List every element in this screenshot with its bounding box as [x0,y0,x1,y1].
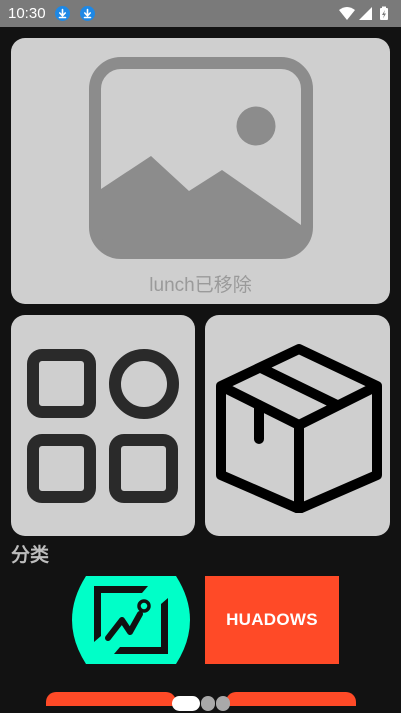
download-icon-2 [80,6,95,21]
hero-label: lunch已移除 [149,275,252,296]
gallery-app-icon [72,576,190,664]
huadows-app[interactable]: HUADOWS [205,576,339,664]
hero-card[interactable]: lunch已移除 [11,38,390,304]
gallery-app[interactable] [72,576,190,664]
categories-tile[interactable] [11,315,195,536]
status-indicators [339,6,391,21]
huadows-app-label: HUADOWS [226,610,318,629]
image-placeholder-icon [89,57,313,259]
signal-icon [359,7,372,20]
carousel-item-peek-left[interactable] [46,692,176,706]
categories-grid-icon [27,349,179,503]
pager-dot-3[interactable] [216,696,230,711]
package-box-icon [216,344,382,513]
pager-dot-1[interactable] [172,696,200,711]
wifi-icon [339,7,355,20]
download-icon [55,6,70,21]
package-tile[interactable] [205,315,390,536]
status-time: 10:30 [8,5,46,22]
carousel-item-peek-right[interactable] [226,692,356,706]
battery-icon [380,6,388,20]
status-bar: 10:30 [0,0,401,27]
section-title: 分类 [11,544,50,566]
pager-dot-2[interactable] [201,696,215,711]
